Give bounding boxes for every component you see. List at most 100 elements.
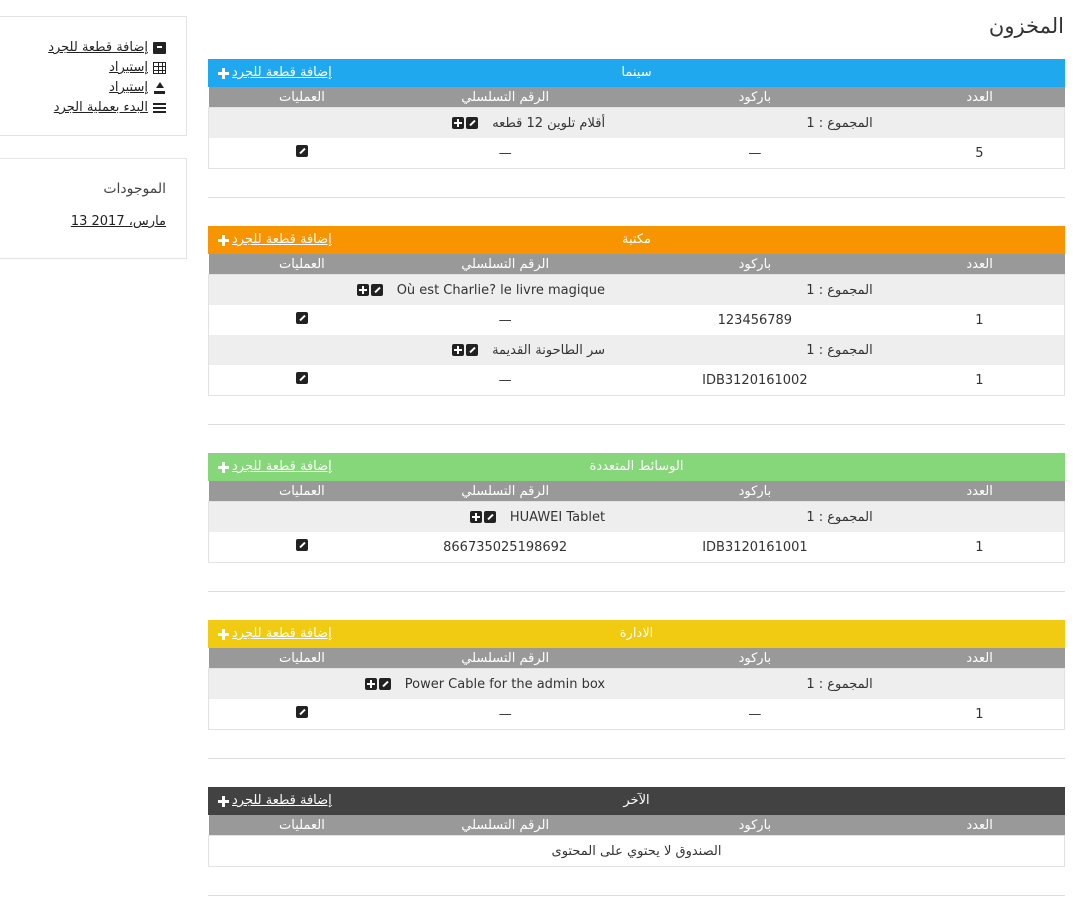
- col-barcode-header: باركود: [738, 483, 772, 499]
- inventory-section: الادارة إضافة قطعة للجرد العدد باركود الرقم …: [208, 620, 1065, 759]
- col-count-header: العدد: [966, 483, 993, 499]
- add-copy-icon[interactable]: [469, 511, 482, 523]
- item-barcode: IDB3120161001: [702, 539, 808, 555]
- item-count: 1: [975, 312, 984, 328]
- add-copy-icon[interactable]: [356, 284, 369, 296]
- item-barcode: —: [748, 706, 762, 722]
- section-divider: [208, 758, 1065, 759]
- item-serial: —: [498, 312, 512, 328]
- sidebar-action-import-upload: إستيراد: [48, 78, 166, 98]
- edit-icon[interactable]: [296, 372, 309, 384]
- section-divider: [208, 591, 1065, 592]
- add-copy-icon[interactable]: [451, 344, 464, 356]
- inventory-table: العدد باركود الرقم التسلسلي العمليات المجموع…: [208, 481, 1065, 563]
- table-row: 1 123456789 —: [208, 305, 1065, 335]
- section-divider: [208, 424, 1065, 425]
- group-title: سر الطاحونة القديمة: [492, 342, 606, 358]
- edit-icon[interactable]: [296, 706, 309, 718]
- section-header: الادارة إضافة قطعة للجرد: [208, 620, 1065, 648]
- add-item-button[interactable]: إضافة قطعة للجرد: [218, 59, 332, 87]
- item-count: 5: [975, 145, 984, 161]
- add-copy-icon[interactable]: [364, 678, 377, 690]
- archive-icon: [153, 42, 166, 54]
- item-barcode: IDB3120161002: [702, 372, 808, 388]
- item-count: 1: [975, 706, 984, 722]
- group-total: المجموع : 1: [806, 115, 873, 131]
- plus-icon: [218, 234, 229, 246]
- sidebar-assets-panel: الموجودات 13 مارس، 2017: [0, 158, 187, 259]
- add-copy-icon[interactable]: [452, 117, 465, 129]
- add-item-button[interactable]: إضافة قطعة للجرد: [218, 787, 332, 815]
- group-row: المجموع : 1 Power Cable for the admin box: [208, 668, 1065, 699]
- add-item-button[interactable]: إضافة قطعة للجرد: [218, 453, 332, 481]
- table-icon: [153, 62, 166, 74]
- list-icon: [153, 102, 166, 114]
- col-operations-header: العمليات: [279, 817, 325, 833]
- sidebar-actions-list: إضافة قطعة للجرد إستيراد إستيراد البدء ب…: [48, 38, 166, 118]
- edit-icon[interactable]: [296, 145, 309, 157]
- col-operations-header: العمليات: [279, 650, 325, 666]
- item-serial: —: [498, 372, 512, 388]
- inventory-section: سينما إضافة قطعة للجرد العدد باركود الرقم ال…: [208, 59, 1065, 198]
- item-serial: —: [498, 706, 512, 722]
- col-serial-header: الرقم التسلسلي: [461, 256, 550, 272]
- group-total: المجموع : 1: [806, 676, 873, 692]
- edit-icon[interactable]: [370, 284, 383, 296]
- item-serial: 866735025198692: [443, 539, 568, 555]
- inventory-section: مكتبة إضافة قطعة للجرد العدد باركود الرقم ال…: [208, 226, 1065, 425]
- inventory-section: الآخر إضافة قطعة للجرد العدد باركود الرقم ال…: [208, 787, 1065, 896]
- add-item-button[interactable]: إضافة قطعة للجرد: [218, 226, 332, 254]
- section-title: مكتبة: [622, 232, 651, 247]
- edit-icon[interactable]: [296, 539, 309, 551]
- assets-date-link[interactable]: 13 مارس، 2017: [71, 214, 166, 229]
- col-barcode-header: باركود: [738, 89, 772, 105]
- add-item-button[interactable]: إضافة قطعة للجرد: [218, 620, 332, 648]
- edit-icon[interactable]: [296, 312, 309, 324]
- table-row: 1 IDB3120161002 —: [208, 365, 1065, 396]
- section-header: سينما إضافة قطعة للجرد: [208, 59, 1065, 87]
- section-title: الوسائط المتعددة: [589, 459, 684, 474]
- inventory-table: العدد باركود الرقم التسلسلي العمليات الصندوق…: [208, 815, 1065, 867]
- plus-icon: [218, 67, 229, 79]
- table-header-row: العدد باركود الرقم التسلسلي العمليات: [208, 481, 1065, 502]
- plus-icon: [218, 461, 229, 473]
- edit-icon[interactable]: [465, 344, 478, 356]
- col-count-header: العدد: [966, 89, 993, 105]
- assets-heading: الموجودات: [103, 181, 166, 197]
- plus-icon: [218, 795, 229, 807]
- edit-icon[interactable]: [378, 678, 391, 690]
- item-count: 1: [975, 539, 984, 555]
- group-row: المجموع : 1 أقلام تلوين 12 قطعه: [208, 107, 1065, 138]
- add-item-label: إضافة قطعة للجرد: [232, 626, 332, 641]
- inventory-table: العدد باركود الرقم التسلسلي العمليات المجموع…: [208, 254, 1065, 396]
- section-divider: [208, 895, 1065, 896]
- edit-icon[interactable]: [483, 511, 496, 523]
- item-barcode: 123456789: [717, 312, 793, 328]
- col-count-header: العدد: [966, 650, 993, 666]
- add-item-label: إضافة قطعة للجرد: [232, 232, 332, 247]
- group-title: Power Cable for the admin box: [404, 676, 606, 692]
- add-item-link[interactable]: إضافة قطعة للجرد: [48, 38, 148, 58]
- col-operations-header: العمليات: [278, 483, 325, 499]
- col-serial-header: الرقم التسلسلي: [461, 817, 550, 833]
- inventory-section: الوسائط المتعددة إضافة قطعة للجرد العدد بار…: [208, 453, 1065, 592]
- edit-icon[interactable]: [466, 117, 479, 129]
- group-title: أقلام تلوين 12 قطعه: [492, 115, 606, 131]
- inventory-table: العدد باركود الرقم التسلسلي العمليات المجموع…: [208, 87, 1065, 169]
- plus-icon: [218, 628, 229, 640]
- start-inventory-link[interactable]: البدء بعملية الجرد: [54, 98, 148, 118]
- group-row: المجموع : 1 سر الطاحونة القديمة: [208, 335, 1065, 365]
- page-title: المخزون: [988, 14, 1064, 38]
- import-link[interactable]: إستيراد: [109, 58, 148, 78]
- table-row: 1 — —: [208, 699, 1065, 730]
- import-upload-link[interactable]: إستيراد: [109, 78, 148, 98]
- group-title: HUAWEI Tablet: [509, 509, 606, 525]
- inventory-table: العدد باركود الرقم التسلسلي العمليات المجموع…: [208, 648, 1065, 730]
- table-header-row: العدد باركود الرقم التسلسلي العمليات: [208, 648, 1065, 669]
- section-title: الادارة: [619, 626, 654, 641]
- add-item-label: إضافة قطعة للجرد: [232, 793, 332, 808]
- section-divider: [208, 197, 1065, 198]
- table-header-row: العدد باركود الرقم التسلسلي العمليات: [208, 815, 1065, 836]
- group-total: المجموع : 1: [806, 342, 873, 358]
- group-row: المجموع : 1 HUAWEI Tablet: [208, 501, 1065, 532]
